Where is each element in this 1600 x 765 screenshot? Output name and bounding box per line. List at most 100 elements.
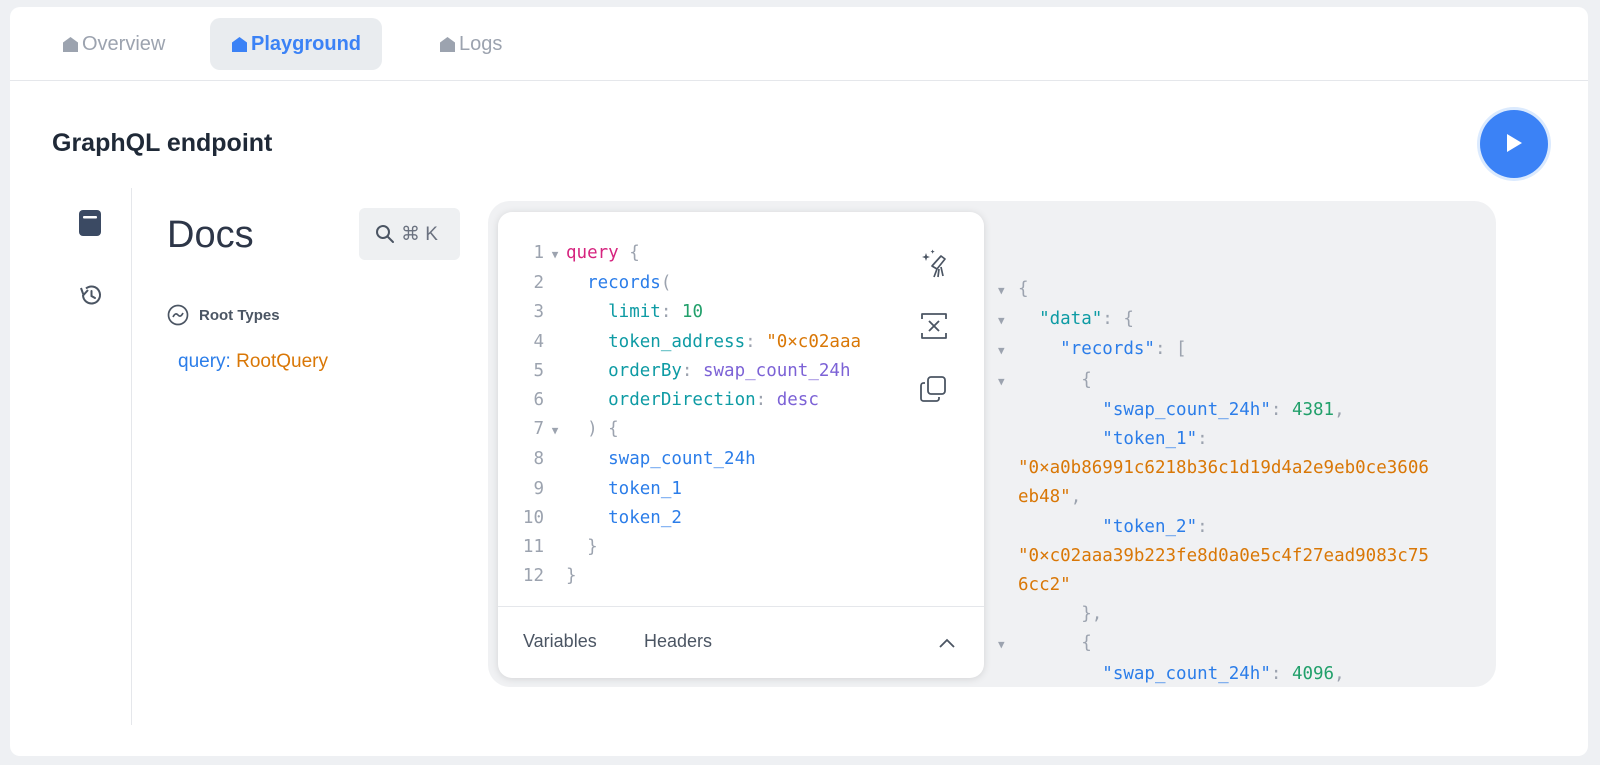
result-token: : — [1270, 663, 1292, 684]
page-title: GraphQL endpoint — [52, 129, 273, 157]
result-token: , — [1334, 663, 1345, 684]
code-line: 5 orderBy: swap_count_24h — [498, 357, 898, 386]
result-token: : [ — [1154, 339, 1187, 360]
code-token: records — [566, 273, 661, 294]
response-viewer[interactable]: ▼{▼ "data": {▼ "records": [▼ { "swap_cou… — [998, 275, 1488, 685]
code-token: swap_count_24h — [566, 449, 756, 470]
code-token: token_address — [566, 331, 746, 352]
root-field-name[interactable]: query — [178, 351, 226, 372]
line-number: 3 — [533, 302, 544, 323]
code-token: 10 — [681, 302, 703, 323]
code-token: } — [566, 566, 577, 587]
code-token: orderBy — [566, 360, 682, 381]
search-icon — [376, 225, 394, 243]
result-token: "swap_count_24h" — [1018, 399, 1271, 420]
prettify-icon[interactable] — [918, 247, 952, 281]
code-token: desc — [776, 390, 819, 411]
home-icon — [63, 37, 78, 52]
chevron-up-icon[interactable] — [938, 637, 956, 649]
fold-toggle-icon[interactable]: ▼ — [998, 630, 1018, 659]
query-code[interactable]: 1 ▼ query {2 records(3 limit: 10 4 token_ad… — [498, 239, 898, 591]
root-field-type[interactable]: RootQuery — [236, 351, 328, 372]
tab-playground[interactable]: Playground — [210, 18, 383, 70]
result-line: "swap_count_24h": 4096, — [998, 660, 1488, 685]
code-line: 1 ▼ query { — [498, 239, 898, 269]
home-icon — [440, 37, 455, 52]
line-number: 1 — [533, 243, 544, 263]
root-field-separator: : — [225, 351, 237, 372]
code-line: 7 ▼ ) { — [498, 415, 898, 445]
result-token: , — [1334, 399, 1345, 420]
line-number: 9 — [533, 478, 544, 499]
tab-logs[interactable]: Logs — [418, 18, 523, 70]
result-line: ▼ "data": { — [998, 305, 1488, 335]
history-icon[interactable] — [78, 282, 104, 308]
code-token: limit — [566, 302, 661, 323]
result-token: "token_1" — [1018, 429, 1198, 450]
result-token: "0×c02aaa39b223fe8d0a0e5c4f27ead9083c75 — [1018, 545, 1429, 566]
root-types-heading: Root Types — [167, 304, 280, 326]
book-icon[interactable] — [78, 209, 102, 237]
result-line: "0×c02aaa39b223fe8d0a0e5c4f27ead9083c75 — [998, 542, 1488, 571]
result-line: "token_2": — [998, 513, 1488, 542]
result-line: }, — [998, 600, 1488, 629]
result-token: "token_2" — [1018, 516, 1198, 537]
fold-toggle-icon[interactable]: ▼ — [998, 336, 1018, 365]
result-line: "swap_count_24h": 4381, — [998, 396, 1488, 425]
result-token: : — [1270, 399, 1292, 420]
tab-variables[interactable]: Variables — [523, 631, 597, 652]
result-token: "0×a0b86991c6218b36c1d19d4a2e9eb0ce3606 — [1018, 458, 1429, 479]
result-token: { — [1018, 279, 1029, 299]
fold-toggle-icon[interactable]: ▼ — [998, 276, 1018, 305]
merge-icon[interactable] — [918, 311, 950, 341]
fold-toggle-icon[interactable]: ▼ — [998, 367, 1018, 396]
root-types-icon — [167, 304, 189, 326]
code-token: } — [566, 537, 598, 558]
fold-toggle-icon[interactable]: ▼ — [544, 240, 566, 269]
result-line: ▼ { — [998, 366, 1488, 396]
code-token: { — [618, 243, 640, 263]
tab-label: Overview — [82, 32, 166, 55]
copy-icon[interactable] — [918, 374, 948, 404]
code-line: 3 limit: 10 — [498, 298, 898, 327]
docs-search-button[interactable]: ⌘ K — [359, 208, 460, 260]
root-types-label: Root Types — [199, 306, 280, 324]
play-icon — [1507, 134, 1522, 152]
tab-bar: Overview Playground Logs — [10, 7, 1588, 81]
query-editor[interactable]: 1 ▼ query {2 records(3 limit: 10 4 token_ad… — [498, 212, 984, 678]
code-line: 9 token_1 — [498, 475, 898, 504]
fold-toggle-icon[interactable]: ▼ — [998, 306, 1018, 335]
result-line: ▼ "records": [ — [998, 335, 1488, 365]
code-line: 11 } — [498, 533, 898, 562]
result-token: "data" — [1018, 309, 1103, 330]
result-token: , — [1070, 487, 1082, 508]
tab-label: Logs — [459, 32, 503, 55]
line-number: 8 — [533, 449, 544, 470]
tab-headers[interactable]: Headers — [644, 631, 712, 652]
run-query-button[interactable] — [1480, 110, 1548, 178]
result-token: 4381 — [1291, 399, 1335, 420]
code-token: : — [681, 360, 703, 381]
line-number: 6 — [533, 390, 544, 411]
search-shortcut: ⌘ K — [401, 223, 438, 245]
code-line: 10 token_2 — [498, 504, 898, 533]
tab-label: Playground — [251, 32, 362, 55]
line-number: 5 — [533, 360, 544, 381]
code-token: ) { — [566, 419, 619, 440]
line-number: 10 — [522, 507, 544, 528]
code-line: 12} — [498, 562, 898, 591]
fold-toggle-icon[interactable]: ▼ — [544, 416, 566, 445]
result-token: "records" — [1018, 339, 1155, 360]
code-token: : — [755, 390, 777, 411]
tab-overview[interactable]: Overview — [41, 18, 186, 70]
code-token: token_2 — [566, 507, 682, 528]
code-token: : — [745, 331, 767, 352]
result-line: eb48", — [998, 483, 1488, 512]
result-line: ▼ { — [998, 629, 1488, 659]
code-line: 2 records( — [498, 269, 898, 298]
code-token: orderDirection — [566, 390, 756, 411]
result-token: : — [1197, 429, 1208, 450]
code-line: 8 swap_count_24h — [498, 445, 898, 474]
docs-title: Docs — [167, 214, 254, 256]
result-line: "0×a0b86991c6218b36c1d19d4a2e9eb0ce3606 — [998, 454, 1488, 483]
